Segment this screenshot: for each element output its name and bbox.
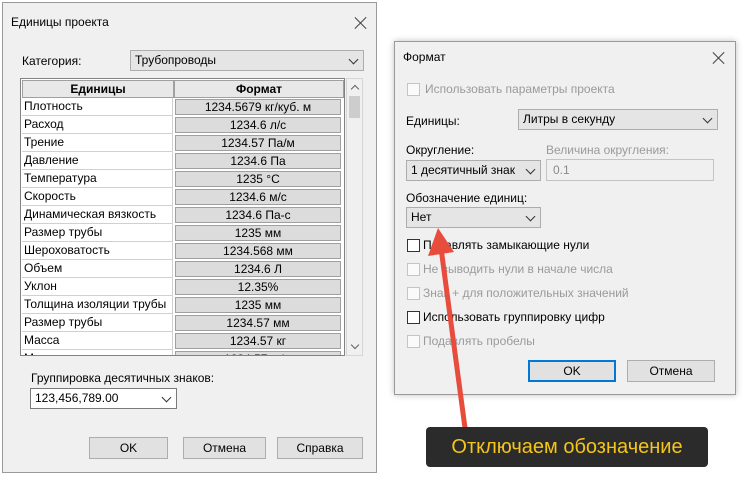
arrow-shaft [438, 245, 468, 431]
annotation-callout: Отключаем обозначение [426, 427, 708, 467]
annotation-arrow [428, 228, 468, 431]
arrow-head [428, 228, 454, 256]
